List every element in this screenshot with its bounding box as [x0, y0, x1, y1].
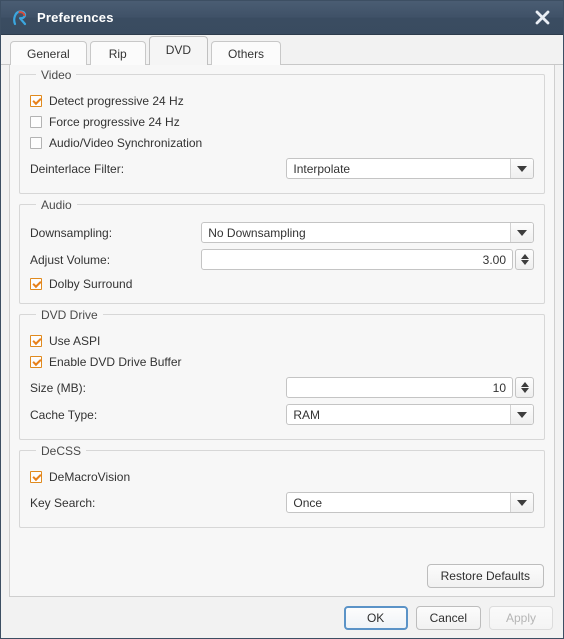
window-title: Preferences: [37, 10, 114, 25]
use-aspi-label: Use ASPI: [49, 333, 101, 348]
dolby-surround-checkbox-row[interactable]: Dolby Surround: [30, 273, 534, 294]
tab-bar: General Rip DVD Others: [1, 35, 563, 65]
tab-rip[interactable]: Rip: [89, 41, 146, 65]
av-sync-label: Audio/Video Synchronization: [49, 135, 203, 150]
checkbox-icon[interactable]: [30, 94, 42, 107]
audio-group-title: Audio: [36, 198, 77, 212]
enable-dvd-drive-buffer-label: Enable DVD Drive Buffer: [49, 354, 182, 369]
cancel-button[interactable]: Cancel: [415, 605, 481, 630]
checkbox-icon[interactable]: [30, 470, 42, 483]
ok-button[interactable]: OK: [343, 605, 408, 630]
chevron-down-icon[interactable]: [510, 223, 533, 242]
downsampling-value: No Downsampling: [208, 225, 306, 240]
cache-type-row: Cache Type: RAM: [30, 401, 534, 428]
force-progressive-label: Force progressive 24 Hz: [49, 114, 180, 129]
stepper-arrows[interactable]: [515, 249, 534, 270]
apply-button: Apply: [489, 605, 553, 630]
cache-type-value: RAM: [293, 407, 321, 422]
size-mb-label: Size (MB):: [30, 380, 87, 395]
av-sync-checkbox-row[interactable]: Audio/Video Synchronization: [30, 132, 534, 153]
adjust-volume-value[interactable]: 3.00: [201, 249, 513, 270]
restore-defaults-button[interactable]: Restore Defaults: [426, 564, 544, 588]
deinterlace-filter-label: Deinterlace Filter:: [30, 161, 125, 176]
checkbox-icon[interactable]: [30, 334, 42, 347]
stepper-arrows[interactable]: [515, 377, 534, 398]
adjust-volume-stepper[interactable]: 3.00: [201, 249, 534, 270]
downsampling-dropdown[interactable]: No Downsampling: [201, 222, 534, 243]
close-icon[interactable]: [525, 4, 559, 32]
downsampling-label: Downsampling:: [30, 225, 113, 240]
adjust-volume-row: Adjust Volume: 3.00: [30, 246, 534, 273]
decss-group-title: DeCSS: [36, 444, 87, 458]
video-group: Video Detect progressive 24 Hz Force pro…: [19, 68, 545, 194]
deinterlace-filter-value: Interpolate: [293, 161, 351, 176]
demacrovision-label: DeMacroVision: [49, 469, 131, 484]
decss-group: DeCSS DeMacroVision Key Search: Once: [19, 444, 545, 528]
checkbox-icon[interactable]: [30, 136, 42, 149]
dvd-drive-group-title: DVD Drive: [36, 308, 103, 322]
checkbox-icon[interactable]: [30, 277, 42, 290]
restore-defaults-container: Restore Defaults: [426, 564, 544, 588]
dvd-settings-panel: Video Detect progressive 24 Hz Force pro…: [9, 65, 555, 597]
size-mb-value[interactable]: 10: [286, 377, 513, 398]
detect-progressive-checkbox-row[interactable]: Detect progressive 24 Hz: [30, 90, 534, 111]
deinterlace-filter-row: Deinterlace Filter: Interpolate: [30, 155, 534, 182]
tab-general[interactable]: General: [10, 41, 87, 65]
key-search-value: Once: [293, 495, 323, 510]
key-search-dropdown[interactable]: Once: [286, 492, 534, 513]
stepper-up-icon[interactable]: [520, 382, 529, 387]
tab-dvd[interactable]: DVD: [148, 36, 209, 65]
dvd-drive-group: DVD Drive Use ASPI Enable DVD Drive Buff…: [19, 308, 545, 440]
cache-type-label: Cache Type:: [30, 407, 98, 422]
title-bar: Preferences: [1, 1, 563, 35]
adjust-volume-label: Adjust Volume:: [30, 252, 111, 267]
checkbox-icon[interactable]: [30, 355, 42, 368]
preferences-window: Preferences General Rip DVD Others Video…: [0, 0, 564, 639]
video-group-title: Video: [36, 68, 77, 82]
demacrovision-checkbox-row[interactable]: DeMacroVision: [30, 466, 534, 487]
cache-type-dropdown[interactable]: RAM: [286, 404, 534, 425]
dialog-footer: OK Cancel Apply: [1, 597, 563, 638]
enable-dvd-drive-buffer-checkbox-row[interactable]: Enable DVD Drive Buffer: [30, 351, 534, 372]
key-search-label: Key Search:: [30, 495, 96, 510]
r-logo-icon: [11, 9, 29, 27]
dolby-surround-label: Dolby Surround: [49, 276, 133, 291]
audio-group: Audio Downsampling: No Downsampling Adju…: [19, 198, 545, 304]
force-progressive-checkbox-row[interactable]: Force progressive 24 Hz: [30, 111, 534, 132]
stepper-down-icon[interactable]: [520, 388, 529, 393]
stepper-up-icon[interactable]: [520, 254, 529, 259]
detect-progressive-label: Detect progressive 24 Hz: [49, 93, 184, 108]
downsampling-row: Downsampling: No Downsampling: [30, 219, 534, 246]
chevron-down-icon[interactable]: [510, 405, 533, 424]
chevron-down-icon[interactable]: [510, 159, 533, 178]
size-mb-stepper[interactable]: 10: [286, 377, 534, 398]
deinterlace-filter-dropdown[interactable]: Interpolate: [286, 158, 534, 179]
key-search-row: Key Search: Once: [30, 489, 534, 516]
use-aspi-checkbox-row[interactable]: Use ASPI: [30, 330, 534, 351]
checkbox-icon[interactable]: [30, 115, 42, 128]
size-mb-row: Size (MB): 10: [30, 374, 534, 401]
chevron-down-icon[interactable]: [510, 493, 533, 512]
tab-others[interactable]: Others: [211, 41, 282, 65]
stepper-down-icon[interactable]: [520, 260, 529, 265]
